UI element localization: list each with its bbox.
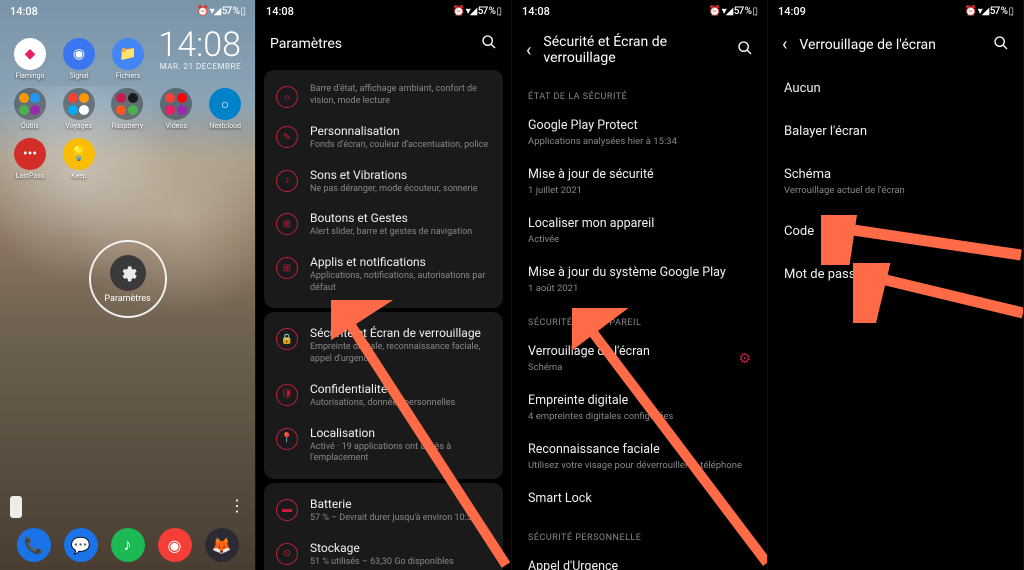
speaker-icon: ♪ [276,170,298,192]
item-emergency[interactable]: Appel d'UrgenceAppeler un numéro d'urgen… [512,549,767,570]
gesture-handle-left[interactable] [10,496,22,518]
option-swipe[interactable]: Balayer l'écran [768,110,1023,153]
status-bar: 14:09 ⏰ ▾◢ 57 % ▯ [768,0,1023,22]
gear-icon[interactable]: ⚙ [738,351,751,367]
page-title: Sécurité et Écran de verrouillage [543,34,725,66]
buttons-icon: ⊞ [276,213,298,235]
app-lastpass[interactable]: •••LastPass [8,138,52,180]
section-header: ÉTAT DE LA SÉCURITÉ [512,78,767,108]
location-icon: 📍 [276,428,298,450]
battery-icon: ▬ [276,499,298,521]
storage-icon: ⊙ [276,543,298,565]
setting-location[interactable]: 📍LocalisationActivé · 19 applications on… [264,418,503,473]
dock: 📞 💬 ♪ ◉ 🦊 [0,528,255,562]
app-grid: ◆Flamingo ◉Signal 📁Fichiers Outils Voyag… [0,38,255,188]
app-flamingo[interactable]: ◆Flamingo [8,38,52,80]
app-files[interactable]: 📁Fichiers [106,38,150,80]
lock-header: ‹ Verrouillage de l'écran [768,22,1023,67]
status-indicators: ⏰ ▾◢ 57 % ▯ [453,6,501,17]
setting-battery[interactable]: ▬Batterie57 % – Devrait durer jusqu'à en… [264,489,503,533]
item-find-device[interactable]: Localiser mon appareilActivée [512,206,767,255]
dock-firefox[interactable]: 🦊 [205,528,239,562]
folder-tools[interactable]: Outils [8,88,52,130]
dock-messages[interactable]: 💬 [64,528,98,562]
option-pattern[interactable]: SchémaVerrouillage actuel de l'écran [768,153,1023,210]
gear-icon [110,255,146,291]
section-header: SÉCURITÉ PERSONNELLE [512,519,767,549]
app-keep[interactable]: 💡Keep [57,138,101,180]
option-password[interactable]: Mot de passe [768,253,1023,296]
item-screen-lock[interactable]: Verrouillage de l'écranSchéma⚙ [512,334,767,383]
settings-group: ▬Batterie57 % – Devrait durer jusqu'à en… [264,483,503,570]
lock-icon: 🔒 [276,328,298,350]
app-nextcloud[interactable]: ○Nextcloud [203,88,247,130]
app-settings-highlighted[interactable]: Paramètres [89,240,167,318]
item-system-update[interactable]: Mise à jour du système Google Play1 août… [512,255,767,304]
status-bar: 14:08 ⏰ ▾◢ 57 % ▯ [0,0,255,22]
status-indicators: ⏰ ▾◢ 57 % ▯ [197,6,245,17]
app-label: Paramètres [104,294,150,304]
lock-screen-options: 14:09 ⏰ ▾◢ 57 % ▯ ‹ Verrouillage de l'éc… [768,0,1024,570]
item-face-unlock[interactable]: Reconnaissance facialeUtilisez votre vis… [512,432,767,481]
setting-buttons[interactable]: ⊞Boutons et GestesAlert slider, barre et… [264,203,503,247]
status-bar: 14:08 ⏰ ▾◢ 57 % ▯ [256,0,511,22]
setting-privacy[interactable]: 🛡ConfidentialitéAutorisations, données p… [264,374,503,418]
dock-phone[interactable]: 📞 [17,528,51,562]
settings-group: ☼Barre d'état, affichage ambiant, confor… [264,70,503,308]
back-button[interactable]: ‹ [782,34,787,55]
app-row: ◆Flamingo ◉Signal 📁Fichiers [8,38,247,80]
dock-pocketcasts[interactable]: ◉ [158,528,192,562]
setting-sound[interactable]: ♪Sons et VibrationsNe pas déranger, mode… [264,160,503,204]
option-pin[interactable]: Code [768,210,1023,253]
status-indicators: ⏰ ▾◢ 57 % ▯ [965,6,1013,17]
settings-group: 🔒Sécurité et Écran de verrouillageEmprei… [264,312,503,478]
apps-icon: ⊞ [276,257,298,279]
item-fingerprint[interactable]: Empreinte digitale4 empreintes digitales… [512,383,767,432]
page-title: Paramètres [270,36,469,52]
status-time: 14:09 [778,5,806,18]
status-time: 14:08 [10,5,38,18]
setting-personalization[interactable]: ✎PersonnalisationFonds d'écran, couleur … [264,116,503,160]
shield-icon: 🛡 [276,384,298,406]
page-title: Verrouillage de l'écran [799,37,981,53]
settings-screen: 14:08 ⏰ ▾◢ 57 % ▯ Paramètres ☼Barre d'ét… [256,0,512,570]
setting-security[interactable]: 🔒Sécurité et Écran de verrouillageEmprei… [264,318,503,373]
setting-storage[interactable]: ⊙Stockage51 % utilisés – 63,30 Go dispon… [264,533,503,570]
search-icon[interactable] [737,40,753,60]
item-play-protect[interactable]: Google Play ProtectApplications analysée… [512,108,767,157]
back-button[interactable]: ‹ [526,40,531,61]
item-security-update[interactable]: Mise à jour de sécurité1 juillet 2021 [512,157,767,206]
sun-icon: ☼ [276,86,298,108]
home-screen: 14:08 ⏰ ▾◢ 57 % ▯ 14:08 MAR. 21 DÉCEMBRE… [0,0,256,570]
dock-spotify[interactable]: ♪ [111,528,145,562]
gesture-handle-right[interactable]: ⋮ [229,496,245,518]
app-row: Outils Voyages Raspberry Videos ○Nextclo… [8,88,247,130]
security-screen: 14:08 ⏰ ▾◢ 57 % ▯ ‹ Sécurité et Écran de… [512,0,768,570]
folder-travel[interactable]: Voyages [57,88,101,130]
item-smart-lock[interactable]: Smart Lock [512,481,767,519]
setting-display[interactable]: ☼Barre d'état, affichage ambiant, confor… [264,76,503,116]
status-bar: 14:08 ⏰ ▾◢ 57 % ▯ [512,0,767,22]
option-none[interactable]: Aucun [768,67,1023,110]
settings-header: Paramètres [256,22,511,66]
app-signal[interactable]: ◉Signal [57,38,101,80]
status-time: 14:08 [522,5,550,18]
app-row: •••LastPass 💡Keep [8,138,247,180]
brush-icon: ✎ [276,126,298,148]
setting-apps[interactable]: ⊞Applis et notificationsApplications, no… [264,247,503,302]
search-icon[interactable] [481,34,497,54]
gesture-bar: ⋮ [0,496,255,518]
status-indicators: ⏰ ▾◢ 57 % ▯ [709,6,757,17]
status-time: 14:08 [266,5,294,18]
section-header: SÉCURITÉ DE L'APPAREIL [512,304,767,334]
folder-raspberry[interactable]: Raspberry [106,88,150,130]
folder-videos[interactable]: Videos [154,88,198,130]
security-header: ‹ Sécurité et Écran de verrouillage [512,22,767,78]
search-icon[interactable] [993,35,1009,55]
